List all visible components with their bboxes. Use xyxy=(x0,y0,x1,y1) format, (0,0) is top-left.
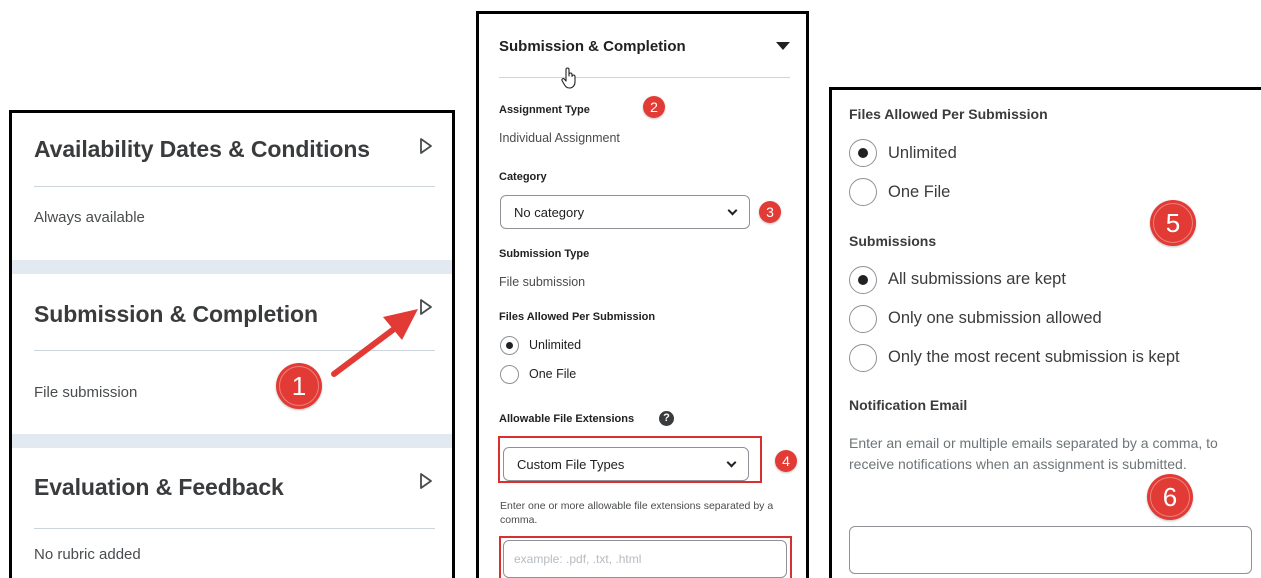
radio-most-recent-label: Only the most recent submission is kept xyxy=(888,348,1180,366)
callout-badge-3: 3 xyxy=(759,201,781,223)
section-title: Submission & Completion xyxy=(34,301,318,327)
section-title: Evaluation & Feedback xyxy=(34,474,284,500)
expand-triangle-icon[interactable] xyxy=(419,298,433,316)
submission-type-value: File submission xyxy=(499,275,586,289)
help-icon[interactable]: ? xyxy=(659,411,674,426)
callout-badge-6: 6 xyxy=(1147,474,1193,520)
callout-badge-2: 2 xyxy=(643,96,665,118)
section-evaluation-feedback[interactable]: Evaluation & Feedback No rubric added xyxy=(12,448,452,578)
section-divider xyxy=(34,186,435,187)
radio-one-file[interactable] xyxy=(849,178,877,206)
file-types-select[interactable]: Custom File Types xyxy=(503,447,749,481)
collapse-caret-icon[interactable] xyxy=(776,42,790,50)
file-extensions-input[interactable]: example: .pdf, .txt, .html xyxy=(503,540,787,578)
chevron-down-icon xyxy=(726,457,737,468)
submission-completion-panel: Submission & Completion Assignment Type … xyxy=(476,11,809,578)
section-availability[interactable]: Availability Dates & Conditions Always a… xyxy=(12,113,452,265)
assignment-type-value: Individual Assignment xyxy=(499,131,620,145)
panel-title[interactable]: Submission & Completion xyxy=(499,38,686,55)
section-summary: Always available xyxy=(34,209,145,226)
notification-email-label: Notification Email xyxy=(849,397,968,413)
section-divider xyxy=(34,350,435,351)
radio-unlimited[interactable] xyxy=(849,139,877,167)
expand-triangle-icon[interactable] xyxy=(419,137,433,155)
callout-badge-1: 1 xyxy=(276,363,322,409)
category-label: Category xyxy=(499,171,547,183)
radio-unlimited[interactable] xyxy=(500,336,519,355)
radio-one-file-label: One File xyxy=(529,367,577,381)
radio-only-one[interactable] xyxy=(849,305,877,333)
section-separator xyxy=(12,260,452,274)
radio-only-one-label: Only one submission allowed xyxy=(888,309,1102,327)
radio-all-kept[interactable] xyxy=(849,266,877,294)
notification-email-input[interactable] xyxy=(849,526,1252,574)
assignment-type-label: Assignment Type xyxy=(499,104,590,116)
chevron-down-icon xyxy=(727,205,738,216)
radio-one-file-label: One File xyxy=(888,183,951,201)
submission-type-label: Submission Type xyxy=(499,248,590,260)
radio-unlimited-label: Unlimited xyxy=(888,144,957,162)
files-allowed-label: Files Allowed Per Submission xyxy=(849,106,1048,122)
submission-options-panel: Files Allowed Per Submission Unlimited O… xyxy=(829,87,1261,578)
section-summary: No rubric added xyxy=(34,546,141,563)
radio-unlimited-label: Unlimited xyxy=(529,338,582,352)
category-select-value: No category xyxy=(514,205,585,220)
section-title: Availability Dates & Conditions xyxy=(34,136,370,162)
section-divider xyxy=(34,528,435,529)
callout-badge-5: 5 xyxy=(1150,200,1196,246)
files-allowed-label: Files Allowed Per Submission xyxy=(499,311,656,323)
callout-badge-4: 4 xyxy=(775,450,797,472)
file-types-select-value: Custom File Types xyxy=(517,457,625,472)
section-summary: File submission xyxy=(34,384,138,401)
radio-all-kept-label: All submissions are kept xyxy=(888,270,1066,288)
submissions-label: Submissions xyxy=(849,233,937,249)
category-select[interactable]: No category xyxy=(500,195,750,229)
collapsed-sections-panel: Availability Dates & Conditions Always a… xyxy=(9,110,455,578)
allowable-extensions-label: Allowable File Extensions xyxy=(499,413,635,425)
radio-one-file[interactable] xyxy=(500,365,519,384)
file-extensions-placeholder: example: .pdf, .txt, .html xyxy=(514,552,642,566)
expand-triangle-icon[interactable] xyxy=(419,472,433,490)
panel-divider xyxy=(499,77,790,78)
section-separator xyxy=(12,434,452,448)
notification-email-description: Enter an email or multiple emails separa… xyxy=(849,435,1218,472)
section-submission-completion[interactable]: Submission & Completion File submission xyxy=(12,274,452,434)
extensions-hint: Enter one or more allowable file extensi… xyxy=(500,500,774,526)
radio-most-recent[interactable] xyxy=(849,344,877,372)
hand-cursor-icon xyxy=(561,67,576,89)
